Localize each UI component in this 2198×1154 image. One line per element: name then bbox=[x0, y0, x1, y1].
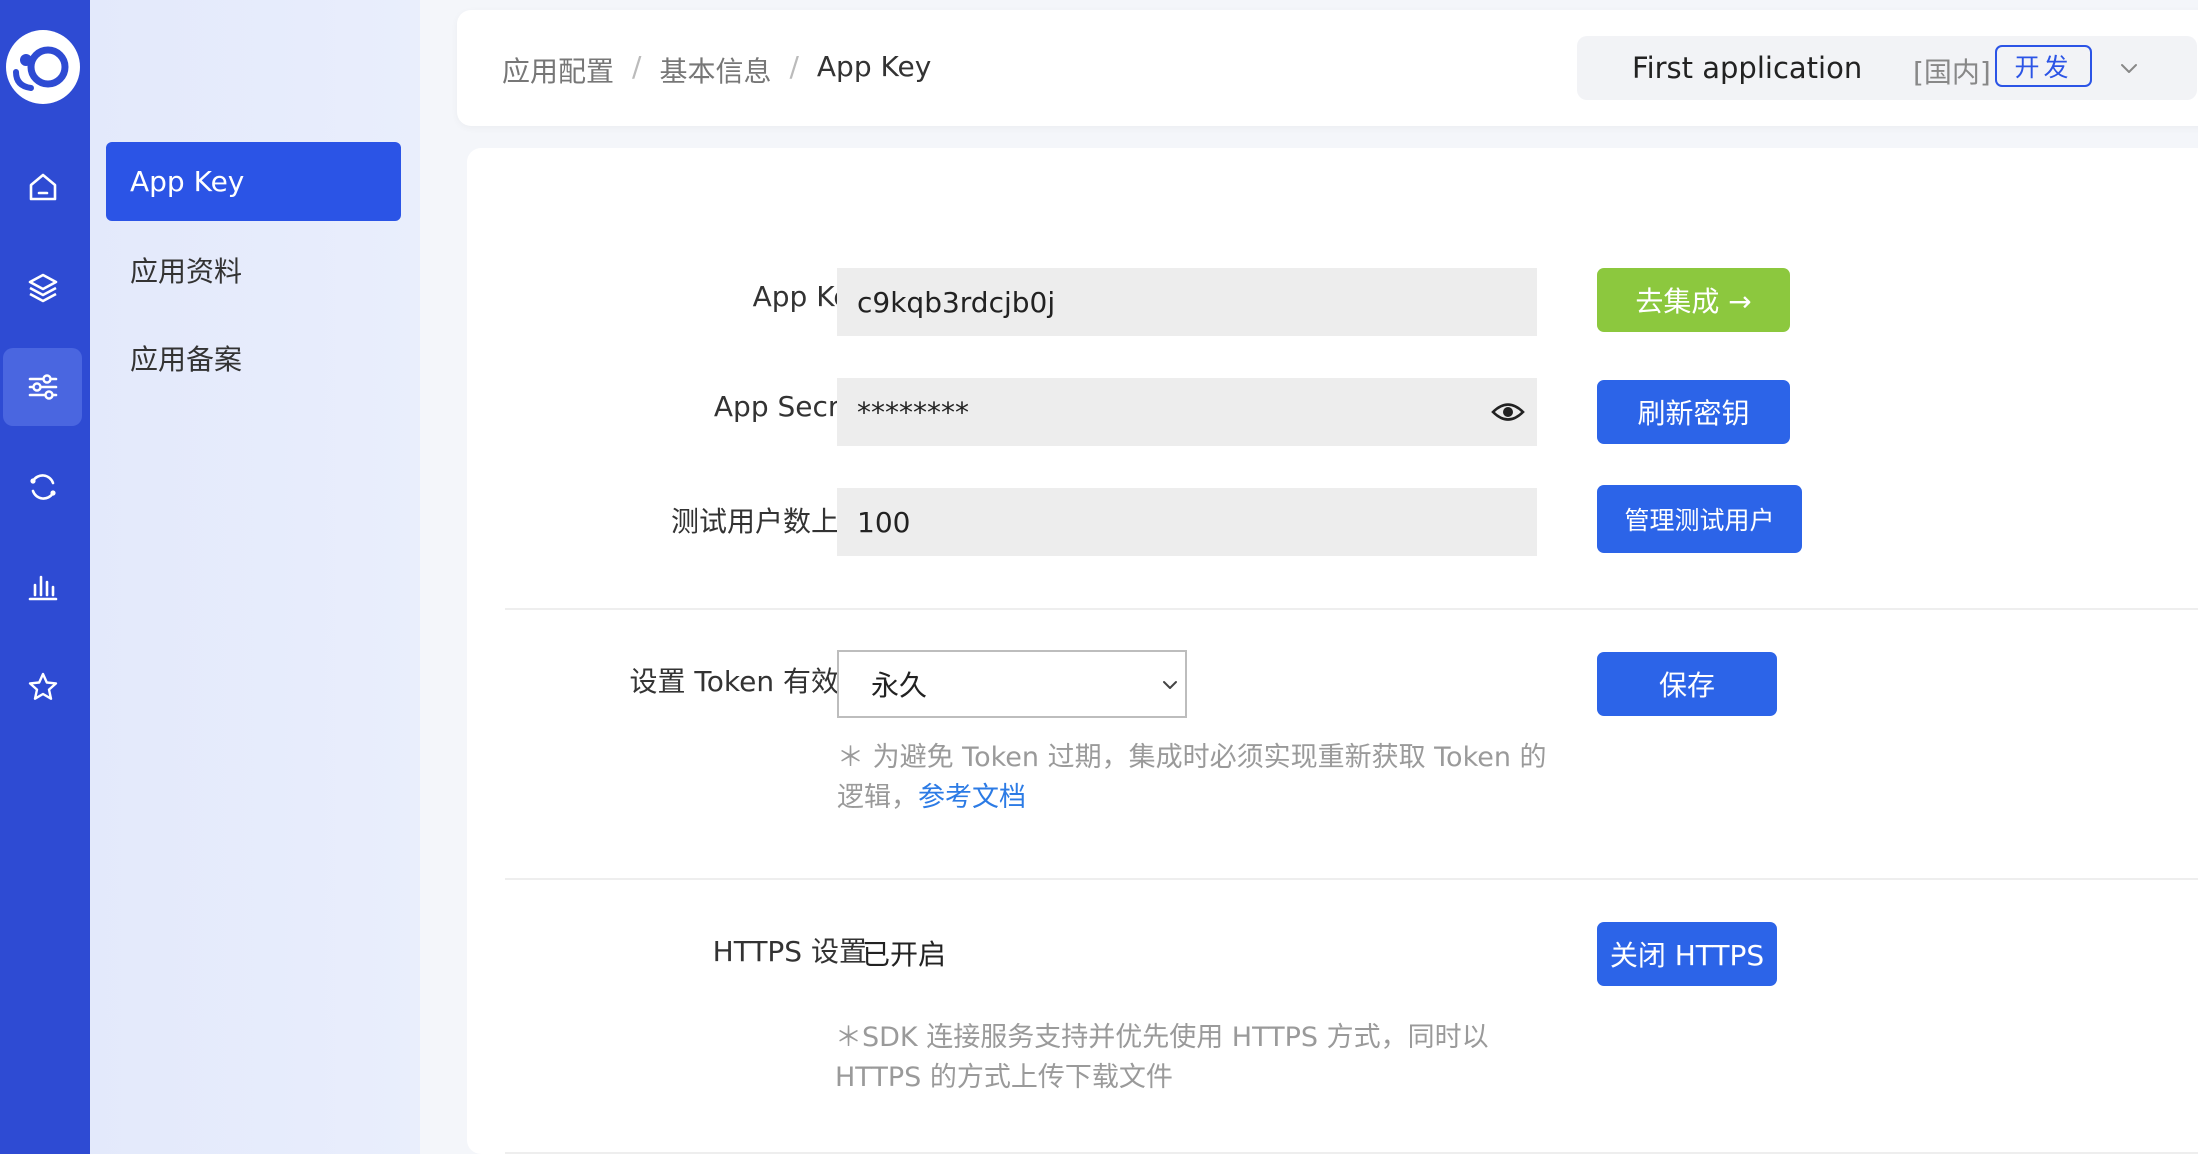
test-users-label: 测试用户数上限 bbox=[670, 505, 867, 538]
manage-test-users-button[interactable]: 管理测试用户 bbox=[1597, 485, 1802, 553]
home-icon bbox=[29, 173, 56, 201]
test-users-field[interactable]: 100 bbox=[837, 488, 1537, 556]
https-hint: ＊SDK 连接服务支持并优先使用 HTTPS 方式，同时以 HTTPS 的方式上… bbox=[835, 1018, 1595, 1098]
breadcrumb: 应用配置 / 基本信息 / App Key bbox=[502, 50, 931, 90]
app-key-value: c9kqb3rdcjb0j bbox=[857, 285, 1056, 319]
https-label: HTTPS 设置 bbox=[712, 935, 867, 968]
rail-item-settings[interactable] bbox=[3, 348, 82, 426]
app-secret-value: ******** bbox=[857, 395, 969, 429]
rail-item-favorites[interactable] bbox=[3, 648, 82, 726]
rail-item-stats[interactable] bbox=[3, 548, 82, 626]
eye-icon[interactable] bbox=[1491, 399, 1525, 425]
chevron-down-icon bbox=[1163, 681, 1177, 689]
submenu: App Key 应用资料 应用备案 bbox=[90, 0, 420, 1154]
sliders-icon bbox=[28, 374, 57, 400]
breadcrumb-current: App Key bbox=[816, 50, 932, 83]
app-secret-label: App Secret bbox=[713, 390, 867, 423]
token-expiry-selected: 永久 bbox=[871, 669, 928, 702]
divider bbox=[505, 878, 2198, 880]
https-hint-line2: HTTPS 的方式上传下载文件 bbox=[835, 1062, 1173, 1093]
manage-test-users-button-label: 管理测试用户 bbox=[1624, 506, 1775, 535]
app-switcher[interactable]: First application [国内] 开发 bbox=[1577, 36, 2197, 100]
logo-icon[interactable] bbox=[6, 30, 80, 104]
layers-icon bbox=[28, 273, 57, 303]
reference-doc-link[interactable]: 参考文档 bbox=[918, 782, 1026, 813]
submenu-item-label: App Key bbox=[130, 165, 245, 198]
icon-rail bbox=[0, 0, 90, 1154]
rail-item-layers[interactable] bbox=[3, 248, 82, 326]
refresh-secret-button[interactable]: 刷新密钥 bbox=[1597, 380, 1790, 444]
star-icon bbox=[28, 672, 57, 700]
rail-item-sync[interactable] bbox=[3, 448, 82, 526]
token-hint-line1: ＊ 为避免 Token 过期，集成时必须实现重新获取 Token 的 bbox=[837, 742, 1547, 773]
refresh-secret-button-label: 刷新密钥 bbox=[1637, 397, 1750, 430]
header-bar: 应用配置 / 基本信息 / App Key First application … bbox=[457, 10, 2198, 126]
submenu-item-app-info[interactable]: 应用资料 bbox=[106, 230, 401, 309]
submenu-item-label: 应用资料 bbox=[130, 254, 243, 288]
submenu-item-app-key[interactable]: App Key bbox=[106, 142, 401, 221]
region-label: [国内] bbox=[1913, 56, 1991, 89]
main-panel: App Key c9kqb3rdcjb0j 去集成 → App Secret *… bbox=[467, 148, 2198, 1154]
rail-item-home[interactable] bbox=[3, 148, 82, 226]
token-expiry-select[interactable]: 永久 bbox=[837, 650, 1187, 718]
integrate-button[interactable]: 去集成 → bbox=[1597, 268, 1790, 332]
submenu-item-app-filing[interactable]: 应用备案 bbox=[106, 318, 401, 397]
submenu-item-label: 应用备案 bbox=[130, 342, 243, 376]
divider bbox=[505, 608, 2198, 610]
https-status: 已开启 bbox=[862, 938, 947, 971]
chevron-down-icon[interactable] bbox=[2117, 56, 2141, 80]
token-expiry-label: 设置 Token 有效期 bbox=[629, 665, 867, 698]
disable-https-button-label: 关闭 HTTPS bbox=[1609, 939, 1765, 972]
bar-chart-icon bbox=[28, 575, 57, 601]
breadcrumb-separator: / bbox=[632, 50, 642, 83]
app-key-field[interactable]: c9kqb3rdcjb0j bbox=[837, 268, 1537, 336]
https-hint-line1: ＊SDK 连接服务支持并优先使用 HTTPS 方式，同时以 bbox=[835, 1022, 1489, 1053]
app-secret-field[interactable]: ******** bbox=[837, 378, 1537, 446]
app-key-label: App Key bbox=[752, 280, 867, 313]
token-hint: ＊ 为避免 Token 过期，集成时必须实现重新获取 Token 的 逻辑，参考… bbox=[837, 738, 1597, 818]
save-token-button[interactable]: 保存 bbox=[1597, 652, 1777, 716]
integrate-button-label: 去集成 → bbox=[1635, 285, 1752, 318]
breadcrumb-item[interactable]: 基本信息 bbox=[659, 50, 771, 90]
env-badge: 开发 bbox=[1995, 45, 2092, 87]
breadcrumb-item[interactable]: 应用配置 bbox=[502, 50, 614, 90]
sync-icon bbox=[29, 474, 56, 500]
token-hint-line2: 逻辑， bbox=[837, 782, 918, 813]
test-users-value: 100 bbox=[857, 505, 911, 539]
breadcrumb-separator: / bbox=[789, 50, 799, 83]
save-token-button-label: 保存 bbox=[1658, 669, 1715, 702]
app-name: First application bbox=[1632, 51, 1863, 85]
disable-https-button[interactable]: 关闭 HTTPS bbox=[1597, 922, 1777, 986]
